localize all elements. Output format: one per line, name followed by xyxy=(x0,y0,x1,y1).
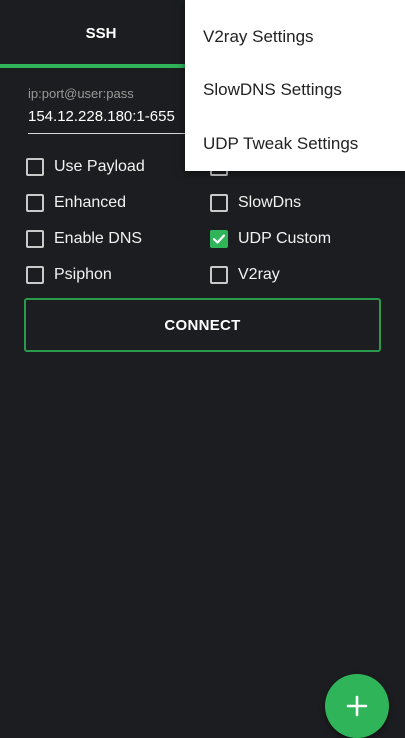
option-udp-custom[interactable]: UDP Custom xyxy=(210,225,331,253)
tab-ssh-label: SSH xyxy=(85,24,117,42)
menu-item-slowdns-settings[interactable]: SlowDNS Settings xyxy=(185,63,405,117)
connect-button-label: CONNECT xyxy=(164,316,241,334)
menu-item-label: SlowDNS Settings xyxy=(203,80,342,99)
server-field-label: ip:port@user:pass xyxy=(28,86,134,101)
checkbox-checked[interactable] xyxy=(210,230,228,248)
option-label: UDP Custom xyxy=(238,230,332,247)
menu-item-udp-tweak-settings[interactable]: UDP Tweak Settings xyxy=(185,117,405,171)
menu-item-label: V2ray Settings xyxy=(203,27,314,46)
menu-item-label: UDP Tweak Settings xyxy=(203,134,359,153)
menu-item-v2ray-settings[interactable]: V2ray Settings xyxy=(185,10,405,64)
option-label: Enhanced xyxy=(54,194,127,211)
plus-icon xyxy=(346,695,368,717)
checkbox[interactable] xyxy=(26,194,44,212)
option-enable-dns[interactable]: Enable DNS xyxy=(26,225,142,253)
checkbox[interactable] xyxy=(26,158,44,176)
checkmark-icon xyxy=(212,234,226,244)
checkbox[interactable] xyxy=(26,230,44,248)
option-v2ray[interactable]: V2ray xyxy=(210,261,280,289)
checkbox[interactable] xyxy=(210,194,228,212)
connect-button[interactable]: CONNECT xyxy=(24,298,381,352)
add-fab-button[interactable] xyxy=(325,674,389,738)
option-use-payload[interactable]: Use Payload xyxy=(26,153,145,181)
option-label: SlowDns xyxy=(238,194,302,211)
tab-ssh[interactable]: SSH xyxy=(0,0,202,66)
option-label: Psiphon xyxy=(54,266,112,283)
option-psiphon[interactable]: Psiphon xyxy=(26,261,112,289)
option-enhanced[interactable]: Enhanced xyxy=(26,189,126,217)
checkbox[interactable] xyxy=(26,266,44,284)
option-label: V2ray xyxy=(238,266,280,283)
option-label: Use Payload xyxy=(54,158,145,175)
checkbox[interactable] xyxy=(210,266,228,284)
option-label: Enable DNS xyxy=(54,230,143,247)
overflow-menu: V2ray Settings SlowDNS Settings UDP Twea… xyxy=(185,0,405,171)
option-slowdns[interactable]: SlowDns xyxy=(210,189,301,217)
